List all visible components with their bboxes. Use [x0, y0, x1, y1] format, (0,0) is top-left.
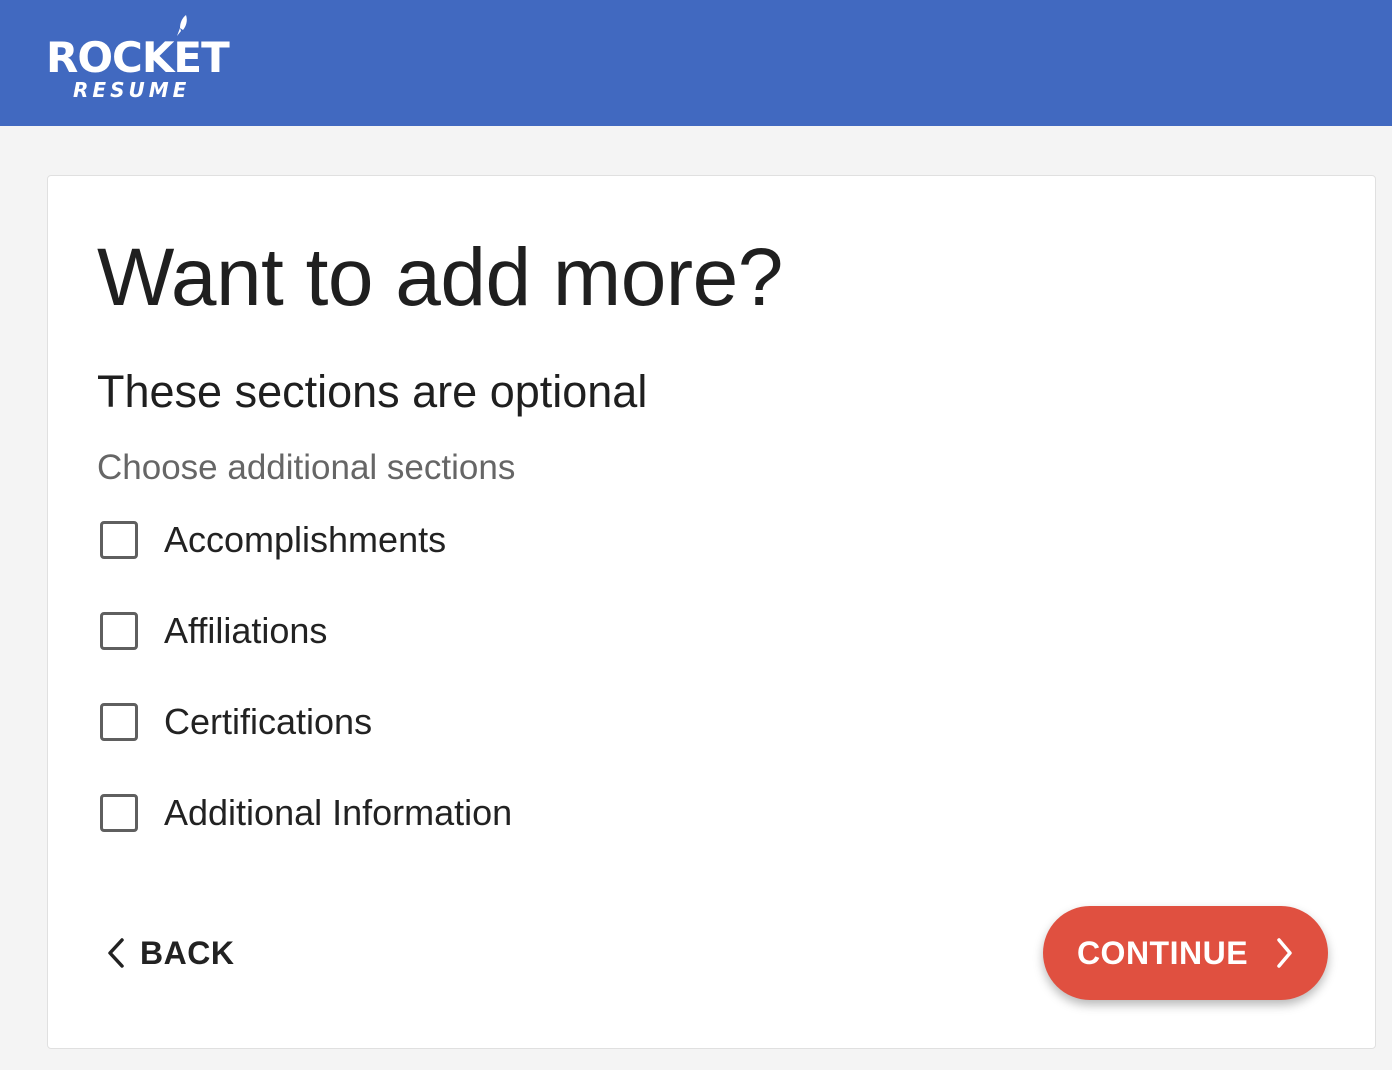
checkbox[interactable]	[100, 794, 138, 832]
option-label: Affiliations	[164, 610, 328, 651]
page-subtitle: These sections are optional	[97, 366, 648, 417]
option-additional-information[interactable]: Additional Information	[97, 788, 512, 838]
logo-tagline: RESUME	[73, 78, 191, 102]
chevron-left-icon	[108, 938, 124, 968]
continue-label: CONTINUE	[1076, 934, 1249, 971]
option-affiliations[interactable]: Affiliations	[97, 606, 327, 656]
checkbox[interactable]	[100, 521, 138, 559]
app-header: ROCKET RESUME	[0, 0, 1392, 126]
option-certifications[interactable]: Certifications	[97, 697, 372, 747]
option-accomplishments[interactable]: Accomplishments	[97, 515, 446, 565]
option-label: Certifications	[164, 701, 373, 742]
checkbox[interactable]	[100, 612, 138, 650]
logo-wordmark: ROCKET	[46, 33, 230, 82]
chevron-right-icon	[1274, 937, 1294, 969]
sections-card: Want to add more? These sections are opt…	[47, 175, 1376, 1049]
option-label: Additional Information	[164, 792, 513, 833]
back-button[interactable]: BACK	[106, 928, 234, 978]
rocket-resume-logo[interactable]: ROCKET RESUME	[46, 14, 238, 106]
option-label: Accomplishments	[164, 519, 447, 560]
checkbox[interactable]	[100, 703, 138, 741]
page-title: Want to add more?	[97, 232, 783, 323]
continue-button[interactable]: CONTINUE	[1043, 906, 1328, 1000]
back-label: BACK	[140, 934, 235, 971]
helper-text: Choose additional sections	[97, 448, 516, 487]
